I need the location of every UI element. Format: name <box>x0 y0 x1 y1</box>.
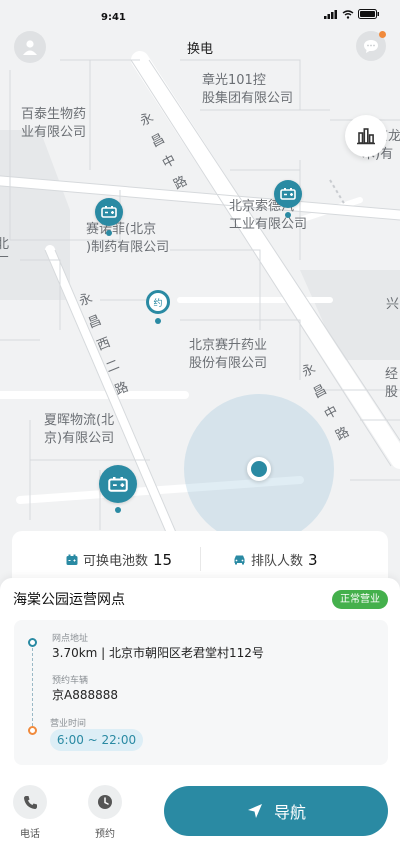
reserve-button[interactable]: 预约 <box>88 785 122 840</box>
navigate-button-label: 导航 <box>273 803 306 822</box>
timeline-line <box>32 643 33 731</box>
available-batteries-stat: 可换电池数 15 <box>66 550 172 569</box>
statistics-button[interactable] <box>345 115 387 157</box>
queue-label: 排队人数 <box>251 554 304 569</box>
bar-chart-icon <box>357 128 375 145</box>
station-pin[interactable] <box>274 180 302 218</box>
selected-station-pin[interactable] <box>99 465 137 513</box>
vehicle-value: 京A888888 <box>52 688 119 702</box>
page-title: 换电 <box>186 42 213 57</box>
timeline-start-marker <box>28 638 37 647</box>
notification-dot <box>379 31 386 38</box>
phone-icon <box>23 795 37 809</box>
hours-value: 6:00 ~ 22:00 <box>50 729 143 751</box>
poi-label-zhangguang: 章光101控 股集团有限公司 <box>202 73 294 106</box>
battery-pin-icon <box>99 465 137 503</box>
reserve-button-circle <box>88 785 122 819</box>
reserved-station-pin[interactable]: 约 <box>146 290 170 324</box>
pin-anchor-dot <box>115 507 121 513</box>
poi-label-baitai: 百泰生物药 业有限公司 <box>21 107 87 140</box>
timeline-end-marker <box>28 726 37 735</box>
poi-label-xiahui: 夏晖物流(北 京)有限公司 <box>44 413 115 446</box>
address-value: 3.70km | 北京市朝阳区老君堂村112号 <box>52 646 264 660</box>
poi-label-saisheng: 北京赛升药业 股份有限公司 <box>189 338 268 371</box>
signal-icon <box>324 9 337 19</box>
navigate-arrow-icon <box>247 804 262 818</box>
wifi-icon <box>342 9 354 19</box>
stats-divider <box>200 547 201 571</box>
phone-button-label: 电话 <box>20 829 40 840</box>
app-header: 换电 <box>0 28 400 68</box>
message-icon <box>364 39 378 53</box>
battery-status-icon <box>358 9 379 19</box>
status-badge: 正常营业 <box>332 590 388 609</box>
status-bar: 9:41 <box>0 0 400 28</box>
clock-icon <box>98 795 112 809</box>
pin-anchor-dot <box>155 318 161 324</box>
vehicle-label: 预约车辆 <box>52 676 89 686</box>
pin-anchor-dot <box>106 230 112 236</box>
poi-label-edge-xing: 兴 <box>386 297 400 312</box>
battery-pin-icon <box>274 180 302 208</box>
poi-label-edge-jing: 经 股 <box>385 367 399 400</box>
map-view[interactable]: 百泰生物药 业有限公司 章光101控 股集团有限公司 赛诺菲(北京 )制药有限公… <box>0 0 400 600</box>
pin-anchor-dot <box>285 212 291 218</box>
reserved-pin-label: 约 <box>146 290 170 314</box>
status-time: 9:41 <box>101 12 126 23</box>
reserve-button-label: 预约 <box>95 829 115 840</box>
station-info-box: 网点地址 3.70km | 北京市朝阳区老君堂村112号 预约车辆 京A8888… <box>14 620 388 765</box>
station-name: 海棠公园运营网点 <box>13 592 125 608</box>
current-location-icon <box>247 457 271 481</box>
available-batteries-label: 可换电池数 <box>83 554 149 569</box>
queue-count: 3 <box>308 550 318 569</box>
address-label: 网点地址 <box>52 634 89 644</box>
car-icon <box>234 555 245 565</box>
hours-label: 营业时间 <box>50 719 87 729</box>
navigate-button[interactable]: 导航 <box>164 786 388 836</box>
battery-pin-icon <box>95 198 123 226</box>
messages-button[interactable] <box>356 31 386 61</box>
queue-stat: 排队人数 3 <box>233 550 318 569</box>
phone-button-circle <box>13 785 47 819</box>
battery-icon <box>66 554 78 565</box>
poi-label-edge-west: 北 厂 <box>0 237 10 270</box>
available-batteries-count: 15 <box>153 550 173 569</box>
station-pin[interactable] <box>95 198 123 236</box>
status-icons <box>324 9 380 19</box>
phone-button[interactable]: 电话 <box>13 785 47 840</box>
